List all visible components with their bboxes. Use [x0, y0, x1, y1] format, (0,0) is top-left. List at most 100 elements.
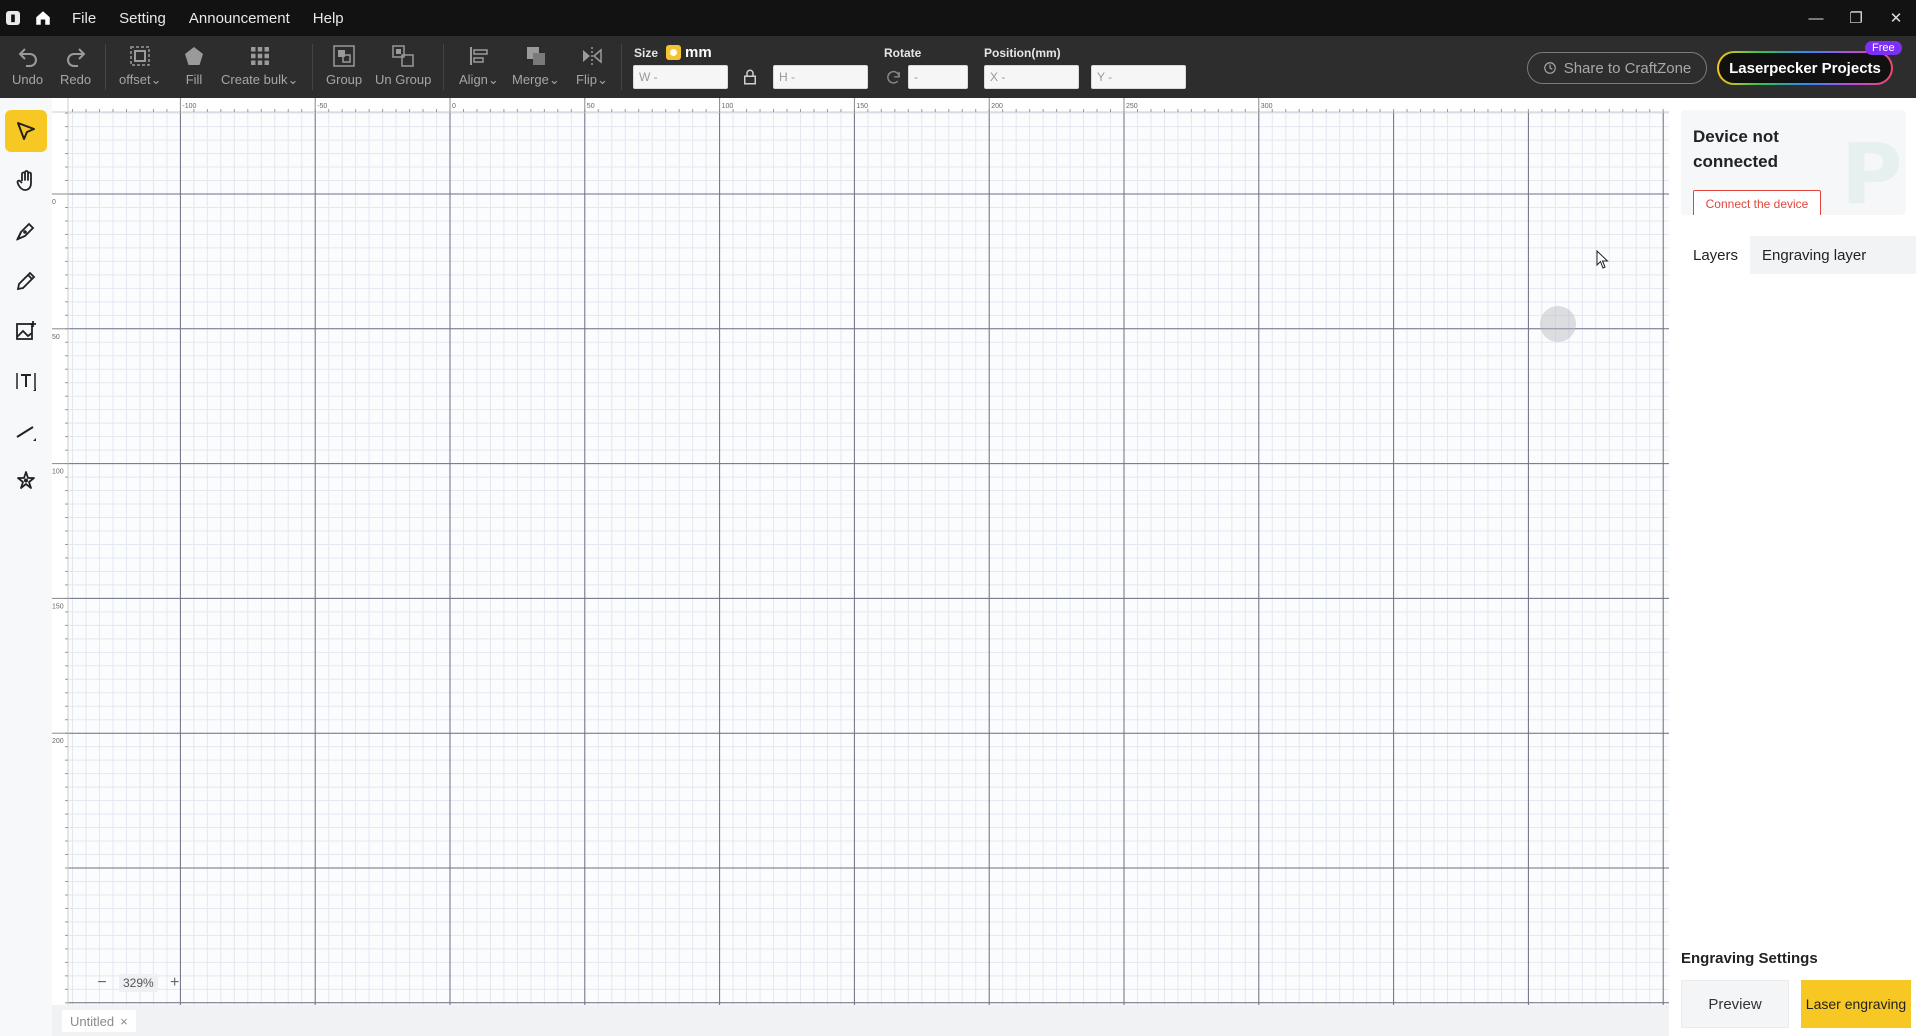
- magic-tool[interactable]: [5, 460, 47, 502]
- y-position-input[interactable]: Y -: [1091, 65, 1186, 89]
- unit-toggle[interactable]: mm: [666, 44, 712, 61]
- undo-label: Undo: [12, 72, 44, 87]
- image-tool[interactable]: [5, 310, 47, 352]
- add-image-icon: [16, 321, 36, 340]
- x-ruler-label: -100: [182, 103, 196, 110]
- zoom-control: − 329% +: [94, 974, 183, 992]
- align-button[interactable]: Align⌄: [459, 44, 499, 88]
- pen-tool[interactable]: [5, 210, 47, 252]
- offset-button[interactable]: offset⌄: [119, 44, 161, 88]
- canvas-grid: -100 -50 0 50 100 150 200 250 300 0 50 100 150 200: [52, 98, 1669, 1005]
- x-position-input[interactable]: X -: [984, 65, 1079, 89]
- free-badge: Free: [1865, 41, 1902, 55]
- select-tool[interactable]: [5, 110, 47, 152]
- menu-bar: File Setting Announcement Help: [72, 10, 344, 27]
- undo-icon: [18, 48, 37, 67]
- menu-setting[interactable]: Setting: [119, 10, 166, 27]
- flip-button[interactable]: Flip⌄: [576, 44, 608, 88]
- text-tool-icon: [16, 373, 36, 391]
- zoom-in-icon[interactable]: +: [167, 974, 183, 991]
- menu-announcement[interactable]: Announcement: [189, 10, 290, 27]
- undo-button[interactable]: Undo: [12, 44, 43, 87]
- line-tool-icon: [16, 426, 36, 441]
- magic-wand-icon: [17, 471, 35, 489]
- close-icon[interactable]: ✕: [1876, 0, 1916, 36]
- create-bulk-button[interactable]: Create bulk⌄: [221, 44, 298, 88]
- menu-file[interactable]: File: [72, 10, 96, 27]
- cursor-highlight: [1540, 306, 1576, 342]
- fill-label: Fill: [185, 72, 203, 87]
- unit-toggle-icon: [666, 45, 681, 60]
- ungroup-icon: [392, 45, 414, 67]
- tab-layers[interactable]: Layers: [1681, 236, 1751, 274]
- menu-help[interactable]: Help: [313, 10, 344, 27]
- offset-icon: [130, 46, 150, 66]
- lock-ratio-icon[interactable]: [741, 68, 759, 91]
- x-ruler-label: 50: [587, 103, 595, 110]
- x-ruler-label: 150: [856, 103, 868, 110]
- toolbar-divider: [443, 44, 444, 90]
- group-icon: [333, 45, 355, 67]
- share-craftzone-button[interactable]: Share to CraftZone: [1527, 52, 1707, 84]
- pen-curve-icon: [16, 222, 35, 241]
- home-icon[interactable]: [32, 7, 54, 29]
- layer-tabs: Layers Engraving layer: [1681, 236, 1916, 274]
- brand-logo-watermark: P: [1841, 125, 1903, 215]
- line-tool[interactable]: [5, 410, 47, 452]
- preview-button[interactable]: Preview: [1681, 980, 1789, 1028]
- pencil-tool[interactable]: [5, 260, 47, 302]
- connect-device-button[interactable]: Connect the device: [1693, 190, 1821, 215]
- redo-label: Redo: [60, 72, 92, 87]
- y-ruler-label: 200: [52, 738, 64, 745]
- merge-label: Merge⌄: [512, 72, 560, 87]
- rotate-input[interactable]: -: [908, 65, 968, 89]
- laserpecker-projects-button[interactable]: Laserpecker Projects: [1717, 51, 1893, 85]
- text-tool[interactable]: [5, 360, 47, 402]
- design-canvas[interactable]: -100 -50 0 50 100 150 200 250 300 0 50 100 150 200: [52, 98, 1669, 1005]
- zoom-out-icon[interactable]: −: [94, 974, 110, 991]
- share-label: Share to CraftZone: [1563, 59, 1692, 77]
- merge-button[interactable]: Merge⌄: [512, 44, 560, 88]
- restore-icon[interactable]: ❐: [1836, 0, 1876, 36]
- document-tab[interactable]: Untitled ×: [62, 1010, 136, 1032]
- ungroup-button[interactable]: Un Group: [375, 44, 431, 87]
- x-ruler-label: 250: [1126, 103, 1138, 110]
- toolbar-divider: [105, 44, 106, 90]
- x-ruler-label: 300: [1261, 103, 1273, 110]
- group-button[interactable]: Group: [326, 44, 362, 87]
- close-tab-icon[interactable]: ×: [120, 1014, 128, 1029]
- grid-bulk-icon: [250, 47, 269, 65]
- y-ruler-label: 100: [52, 469, 64, 476]
- offset-label: offset⌄: [119, 72, 162, 87]
- document-tab-bar: Untitled ×: [52, 1005, 1669, 1036]
- device-status-text: Device not connected: [1693, 127, 1779, 171]
- select-arrow-icon: [17, 122, 35, 140]
- redo-button[interactable]: Redo: [60, 44, 91, 87]
- window-controls: — ❐ ✕: [1796, 0, 1916, 36]
- x-ruler-label: 200: [991, 103, 1003, 110]
- y-ruler-label: 150: [52, 603, 64, 610]
- merge-icon: [526, 47, 545, 65]
- unit-label: mm: [685, 44, 712, 61]
- width-input[interactable]: W -: [633, 65, 728, 89]
- hand-pan-icon: [16, 170, 32, 191]
- laser-engraving-button[interactable]: Laser engraving: [1801, 980, 1911, 1028]
- rotate-icon[interactable]: [885, 69, 902, 91]
- rotate-label: Rotate: [884, 46, 922, 60]
- app-logo-icon: ▮: [6, 11, 20, 25]
- left-toolbar: [0, 98, 52, 1036]
- zoom-level[interactable]: 329%: [119, 974, 158, 992]
- share-icon: [1543, 62, 1556, 74]
- fill-pentagon-icon: [185, 47, 203, 65]
- height-input[interactable]: H -: [773, 65, 868, 89]
- flip-icon: [582, 47, 602, 65]
- pan-tool[interactable]: [5, 160, 47, 202]
- group-label: Group: [326, 72, 363, 87]
- fill-button[interactable]: Fill: [182, 44, 206, 87]
- device-status-card: P Device not connected Connect the devic…: [1681, 110, 1906, 215]
- minimize-icon[interactable]: —: [1796, 0, 1836, 36]
- tab-engraving-layer[interactable]: Engraving layer: [1750, 236, 1916, 274]
- align-left-icon: [469, 47, 488, 65]
- ungroup-label: Un Group: [375, 72, 432, 87]
- x-ruler-label: 0: [452, 103, 456, 110]
